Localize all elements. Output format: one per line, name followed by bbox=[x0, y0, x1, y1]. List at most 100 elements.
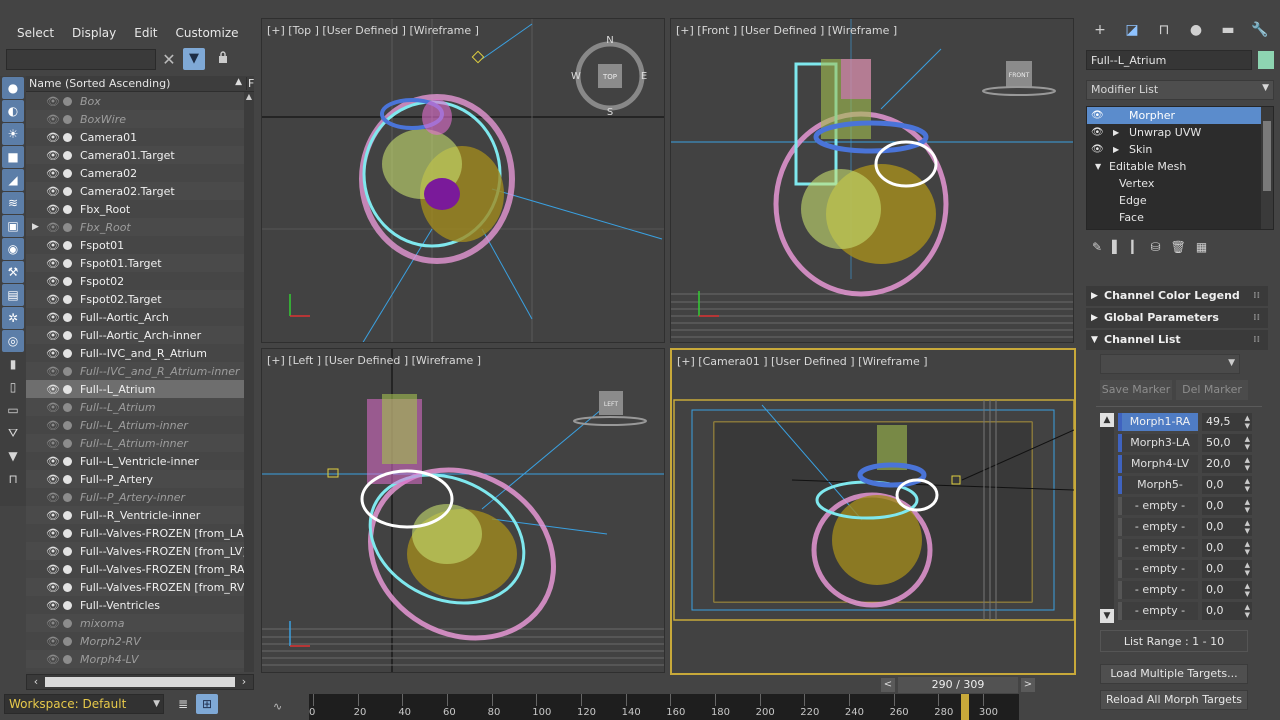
freeze-toggle-icon[interactable] bbox=[63, 654, 72, 664]
spinner-arrows-icon[interactable]: ▲ ▼ bbox=[1245, 582, 1250, 598]
chevron-right-icon[interactable]: ▶ bbox=[1113, 124, 1119, 141]
freeze-toggle-icon[interactable] bbox=[63, 510, 72, 520]
visibility-eye-icon[interactable]: 👁 bbox=[46, 455, 60, 468]
scene-object-row[interactable]: 👁 Fspot02 bbox=[26, 272, 254, 290]
scene-object-row[interactable]: 👁 Full--Aortic_Arch bbox=[26, 308, 254, 326]
load-multiple-targets-button[interactable]: Load Multiple Targets... bbox=[1100, 664, 1248, 684]
object-name-field[interactable] bbox=[1086, 50, 1252, 70]
freeze-toggle-icon[interactable] bbox=[63, 132, 72, 142]
scene-object-row[interactable]: 👁 Full--Ventricles bbox=[26, 596, 254, 614]
morph-channel-button[interactable]: - empty - bbox=[1118, 602, 1198, 620]
scene-object-row[interactable]: 👁 BoxWire bbox=[26, 110, 254, 128]
visibility-eye-icon[interactable]: 👁 bbox=[46, 203, 60, 216]
scene-object-row[interactable]: 👁 Full--Aortic_Arch-inner bbox=[26, 326, 254, 344]
morph-channel-button[interactable]: - empty - bbox=[1118, 581, 1198, 599]
viewcube-front-label[interactable]: FRONT bbox=[1009, 72, 1030, 79]
morph-channel-button[interactable]: - empty - bbox=[1118, 497, 1198, 515]
visibility-eye-icon[interactable]: 👁 bbox=[46, 131, 60, 144]
frame-counter[interactable]: 290 / 309 bbox=[898, 677, 1018, 693]
modifier-stack-scrollbar[interactable] bbox=[1261, 107, 1273, 229]
scene-object-row[interactable]: 👁 Fspot01.Target bbox=[26, 254, 254, 272]
scene-object-row[interactable]: ▶ 👁 Fbx_Root bbox=[26, 218, 254, 236]
motion-tab-icon[interactable]: ● bbox=[1180, 18, 1212, 42]
freeze-toggle-icon[interactable] bbox=[63, 150, 72, 160]
workspace-selector[interactable]: Workspace: Default ▼ bbox=[4, 694, 164, 714]
visibility-eye-icon[interactable]: 👁 bbox=[46, 437, 60, 450]
explorer-search-input[interactable] bbox=[6, 49, 156, 70]
scene-object-row[interactable]: 👁 Full--Valves-FROZEN [from_LV] bbox=[26, 542, 254, 560]
scroll-up-icon[interactable]: ▲ bbox=[244, 92, 254, 104]
container-icon[interactable]: ⊓ bbox=[2, 468, 24, 490]
show-end-result-icon[interactable]: ▌ bbox=[1112, 240, 1121, 260]
scene-object-row[interactable]: 👁 Full--L_Atrium bbox=[26, 398, 254, 416]
funnel-icon[interactable]: ▼ bbox=[2, 445, 24, 467]
visibility-eye-icon[interactable]: 👁 bbox=[46, 275, 60, 288]
scene-object-row[interactable]: 👁 Full--L_Atrium bbox=[26, 380, 254, 398]
menu-edit[interactable]: Edit bbox=[125, 26, 166, 40]
modifier-toggle-eye-icon[interactable]: 👁 bbox=[1091, 124, 1104, 141]
viewport-left[interactable]: [+] [Left ] [User Defined ] [Wireframe ] bbox=[261, 348, 665, 673]
modifier-stack-item[interactable]: ▼ Editable Mesh bbox=[1087, 158, 1273, 175]
visibility-eye-icon[interactable]: 👁 bbox=[46, 581, 60, 594]
hierarchy-tab-icon[interactable]: ⊓ bbox=[1148, 18, 1180, 42]
scrollbar-thumb[interactable] bbox=[45, 677, 235, 687]
display-xrefs-icon[interactable]: ◉ bbox=[2, 238, 24, 260]
subobject-level-item[interactable]: Face bbox=[1087, 209, 1273, 226]
scene-object-row[interactable]: 👁 Camera02 bbox=[26, 164, 254, 182]
layer-filter-icon[interactable]: ⛛ bbox=[2, 422, 24, 444]
freeze-toggle-icon[interactable] bbox=[63, 96, 72, 106]
scene-object-row[interactable]: 👁 Camera01 bbox=[26, 128, 254, 146]
delete-icon[interactable]: 🗑 bbox=[1171, 240, 1186, 260]
morph-channel-value-spinner[interactable]: 0,0 ▲ ▼ bbox=[1202, 602, 1252, 620]
save-marker-button[interactable]: Save Marker bbox=[1100, 380, 1172, 400]
freeze-toggle-icon[interactable] bbox=[63, 312, 72, 322]
marker-dropdown[interactable]: ▼ bbox=[1100, 354, 1240, 374]
visibility-eye-icon[interactable]: 👁 bbox=[46, 329, 60, 342]
morph-channel-value-spinner[interactable]: 0,0 ▲ ▼ bbox=[1202, 476, 1252, 494]
time-slider-handle[interactable] bbox=[960, 694, 969, 720]
freeze-toggle-icon[interactable] bbox=[63, 618, 72, 628]
morph-channel-button[interactable]: Morph5-bigger bbox=[1118, 476, 1198, 509]
morph-channel-button[interactable]: Morph3-LA bbox=[1118, 434, 1198, 452]
spinner-arrows-icon[interactable]: ▲ ▼ bbox=[1245, 435, 1250, 451]
viewport-front[interactable]: [+] [Front ] [User Defined ] [Wireframe … bbox=[670, 18, 1074, 343]
visibility-eye-icon[interactable]: 👁 bbox=[46, 527, 60, 540]
spinner-arrows-icon[interactable]: ▲ ▼ bbox=[1245, 540, 1250, 556]
morph-channel-button[interactable]: - empty - bbox=[1118, 560, 1198, 578]
explorer-horizontal-scrollbar[interactable]: ‹ › bbox=[26, 674, 254, 690]
scene-object-row[interactable]: 👁 Fbx_Root bbox=[26, 200, 254, 218]
visibility-eye-icon[interactable]: 👁 bbox=[46, 617, 60, 630]
make-unique-icon[interactable]: ▎ bbox=[1131, 240, 1140, 260]
object-color-swatch[interactable] bbox=[1258, 51, 1274, 69]
modifier-list-dropdown[interactable]: Modifier List ▼ bbox=[1086, 80, 1274, 100]
morph-channel-value-spinner[interactable]: 0,0 ▲ ▼ bbox=[1202, 518, 1252, 536]
scene-object-row[interactable]: 👁 Morph2-RV bbox=[26, 632, 254, 650]
visibility-eye-icon[interactable]: 👁 bbox=[46, 149, 60, 162]
freeze-toggle-icon[interactable] bbox=[63, 348, 72, 358]
visibility-eye-icon[interactable]: 👁 bbox=[46, 239, 60, 252]
spinner-arrows-icon[interactable]: ▲ ▼ bbox=[1245, 498, 1250, 514]
display-containers-icon[interactable]: ▤ bbox=[2, 284, 24, 306]
scene-object-row[interactable]: 👁 Full--Valves-FROZEN [from_RV] bbox=[26, 578, 254, 596]
freeze-toggle-icon[interactable] bbox=[63, 168, 72, 178]
visibility-eye-icon[interactable]: 👁 bbox=[46, 221, 60, 234]
modifier-stack-item[interactable]: 👁 Morpher bbox=[1087, 107, 1273, 124]
freeze-toggle-icon[interactable] bbox=[63, 438, 72, 448]
visibility-eye-icon[interactable]: 👁 bbox=[46, 599, 60, 612]
freeze-toggle-icon[interactable] bbox=[63, 492, 72, 502]
rollout-global-parameters[interactable]: ▶ Global Parameters ⁞⁞ bbox=[1086, 308, 1268, 328]
morph-channel-value-spinner[interactable]: 49,5 ▲ ▼ bbox=[1202, 413, 1252, 431]
display-lights-icon[interactable]: ☀ bbox=[2, 123, 24, 145]
viewport-top[interactable]: [+] [Top ] [User Defined ] [Wireframe ] … bbox=[261, 18, 665, 343]
visibility-eye-icon[interactable]: 👁 bbox=[46, 473, 60, 486]
morph-channel-button[interactable]: Morph1-RA bbox=[1118, 413, 1198, 431]
display-all-icon[interactable]: ▮ bbox=[2, 353, 24, 375]
scene-object-row[interactable]: 👁 Morph4-LV bbox=[26, 650, 254, 668]
visibility-eye-icon[interactable]: 👁 bbox=[46, 311, 60, 324]
viewport-label-left[interactable]: [+] [Left ] [User Defined ] [Wireframe ] bbox=[267, 354, 481, 367]
scene-object-row[interactable]: 👁 Camera02.Target bbox=[26, 182, 254, 200]
freeze-toggle-icon[interactable] bbox=[63, 582, 72, 592]
scene-object-row[interactable]: 👁 Full--R_Ventricle-inner bbox=[26, 506, 254, 524]
explorer-vertical-scrollbar[interactable]: ▲ bbox=[244, 92, 254, 672]
configure-sets-icon[interactable]: ▦ bbox=[1196, 240, 1207, 260]
